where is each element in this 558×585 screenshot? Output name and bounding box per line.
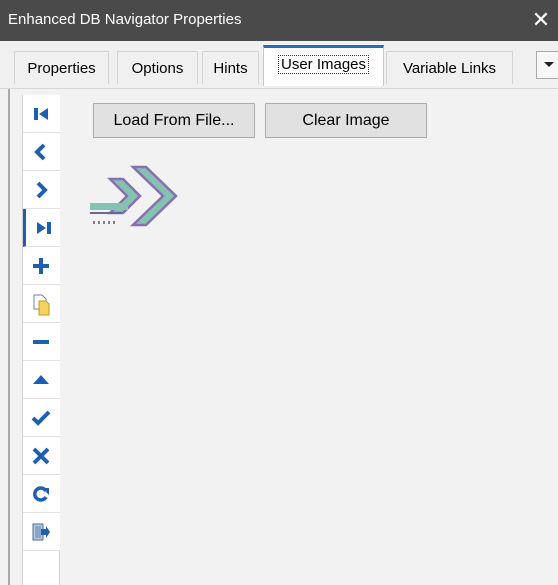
load-from-file-button[interactable]: Load From File...	[93, 103, 255, 138]
window-title: Enhanced DB Navigator Properties	[8, 11, 242, 28]
insert-record-icon	[33, 258, 49, 274]
nav-edit-button[interactable]	[23, 361, 60, 399]
tab-label: Properties	[27, 60, 96, 77]
panel-border-line	[8, 89, 10, 585]
tab-label: Options	[131, 60, 184, 77]
tab-label: User Images	[277, 55, 370, 74]
double-chevron-right-icon	[90, 165, 178, 227]
edit-record-icon	[33, 375, 49, 384]
nav-append-button[interactable]	[23, 285, 60, 323]
post-record-icon	[31, 410, 51, 426]
tab-properties[interactable]: Properties	[14, 51, 109, 84]
nav-insert-button[interactable]	[23, 247, 60, 285]
tab-hints[interactable]: Hints	[202, 51, 259, 84]
last-record-icon	[37, 222, 51, 234]
nav-next-button[interactable]	[23, 171, 60, 209]
nav-cancel-button[interactable]	[23, 437, 60, 475]
prior-record-icon	[34, 143, 46, 161]
nav-delete-button[interactable]	[23, 323, 60, 361]
db-navigator-bar	[22, 95, 60, 585]
delete-record-icon	[33, 340, 49, 344]
nav-prior-button[interactable]	[23, 133, 60, 171]
cancel-record-icon	[32, 447, 50, 465]
tab-user-images[interactable]: User Images	[263, 45, 384, 86]
title-bar: Enhanced DB Navigator Properties ✕	[0, 0, 558, 41]
nav-first-button[interactable]	[23, 95, 60, 133]
next-record-icon	[36, 181, 48, 199]
tab-options[interactable]: Options	[117, 51, 198, 84]
nav-post-button[interactable]	[23, 399, 60, 437]
nav-refresh-button[interactable]	[23, 475, 60, 513]
clear-image-button[interactable]: Clear Image	[265, 103, 427, 138]
tab-scroll-button[interactable]	[536, 51, 558, 79]
chevron-down-icon	[544, 62, 554, 67]
tab-label: Hints	[213, 60, 248, 77]
nav-exit-button[interactable]	[23, 513, 60, 551]
exit-door-icon	[32, 523, 50, 541]
user-images-panel	[0, 89, 558, 585]
tab-variable-links[interactable]: Variable Links	[386, 51, 513, 84]
tab-strip: Properties Options Hints User Images Var…	[0, 41, 558, 89]
append-record-icon	[33, 294, 50, 316]
nav-last-button[interactable]	[23, 209, 60, 247]
first-record-icon	[34, 108, 48, 120]
tab-label: Variable Links	[402, 60, 497, 77]
refresh-icon	[33, 486, 49, 502]
close-icon[interactable]: ✕	[526, 5, 556, 35]
